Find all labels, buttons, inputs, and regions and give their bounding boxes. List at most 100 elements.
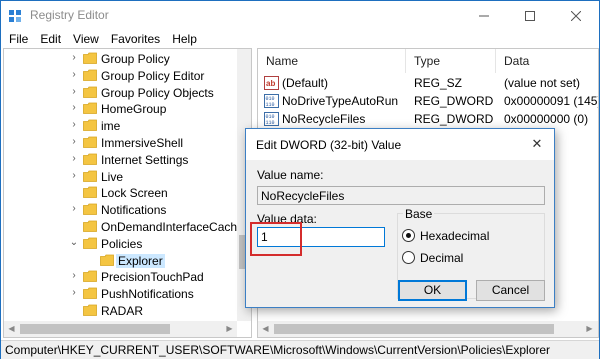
dialog-close-button[interactable]: ✕ — [524, 133, 550, 155]
value-row[interactable]: 010 110 NoRecycleFiles REG_DWORD 0x00000… — [258, 110, 598, 128]
tree-item-label: Policies — [101, 236, 143, 251]
tree-item-label: Internet Settings — [101, 152, 189, 167]
tree-item-label: PrecisionTouchPad — [101, 270, 204, 285]
tree-item[interactable]: › Notifications — [4, 201, 244, 218]
tree-item-label: Group Policy Editor — [101, 68, 205, 83]
tree-item-label: RADAR — [101, 304, 144, 318]
value-row[interactable]: 010 110 NoDriveTypeAutoRun REG_DWORD 0x0… — [258, 92, 598, 110]
close-icon: ✕ — [531, 136, 543, 151]
chevron-none — [86, 253, 96, 267]
dialog-title: Edit DWORD (32-bit) Value — [256, 138, 402, 152]
tree-item-label: HomeGroup — [101, 102, 167, 117]
tree-item-label: Explorer — [116, 253, 165, 268]
column-header-data[interactable]: Data — [496, 49, 598, 73]
tree-item[interactable]: › PushNotifications — [4, 285, 244, 302]
dialog-body: Value name: NoRecycleFiles Value data: 1… — [246, 160, 554, 307]
list-horizontal-scroll-thumb[interactable] — [274, 324, 554, 334]
menu-edit[interactable]: Edit — [34, 30, 67, 50]
minimize-button[interactable] — [461, 1, 507, 30]
tree-item-label: ImmersiveShell — [101, 136, 184, 150]
tree-item[interactable]: › Group Policy Editor — [4, 67, 244, 84]
chevron-right-icon[interactable]: › — [69, 135, 79, 149]
tree-item[interactable]: Explorer — [4, 252, 244, 269]
value-type: REG_DWORD — [414, 94, 494, 108]
menu-favorites[interactable]: Favorites — [105, 30, 166, 50]
menu-file[interactable]: File — [3, 30, 34, 50]
key-tree-pane[interactable]: › Group Policy › Group Policy Editor › Group … — [3, 48, 252, 338]
close-button[interactable] — [553, 1, 599, 30]
tree-horizontal-scroll-thumb[interactable] — [20, 324, 170, 334]
chevron-right-icon[interactable]: › — [69, 51, 79, 65]
scroll-right-icon[interactable]: ▶ — [582, 324, 597, 333]
chevron-none — [69, 219, 79, 233]
menu-view[interactable]: View — [67, 30, 105, 50]
column-header-name[interactable]: Name — [258, 49, 406, 73]
chevron-none — [69, 303, 79, 317]
value-name: NoRecycleFiles — [282, 112, 366, 126]
registry-editor-icon — [9, 10, 21, 22]
chevron-right-icon[interactable]: › — [69, 101, 79, 115]
window-title: Registry Editor — [30, 8, 109, 22]
tree-item-label: Group Policy Objects — [101, 85, 214, 100]
cancel-button[interactable]: Cancel — [476, 280, 545, 301]
menu-help[interactable]: Help — [166, 30, 203, 50]
chevron-right-icon[interactable]: › — [69, 269, 79, 283]
svg-text:110: 110 — [266, 120, 275, 126]
folder-icon — [100, 254, 114, 266]
value-type: REG_DWORD — [414, 112, 494, 126]
tree-horizontal-scrollbar[interactable]: ◀ ▶ — [4, 321, 237, 337]
tree-item[interactable]: › Group Policy — [4, 50, 244, 67]
ok-button[interactable]: OK — [398, 280, 467, 301]
tree-item[interactable]: › Internet Settings — [4, 151, 244, 168]
chevron-right-icon[interactable]: › — [69, 118, 79, 132]
folder-icon — [83, 203, 97, 216]
scroll-left-icon[interactable]: ◀ — [258, 324, 273, 333]
radio-selected-icon[interactable] — [402, 229, 415, 242]
tree-item[interactable]: Lock Screen — [4, 184, 244, 201]
folder-icon — [83, 86, 97, 98]
chevron-none — [69, 185, 79, 199]
value-name-label: Value name: — [257, 168, 324, 182]
folder-icon — [83, 237, 97, 249]
tree-item-label: Lock Screen — [101, 186, 168, 201]
folder-icon — [83, 136, 97, 148]
tree-item[interactable]: ⌄ Policies — [4, 235, 244, 252]
column-header-type[interactable]: Type — [406, 49, 496, 73]
value-data: (value not set) — [504, 76, 581, 90]
chevron-right-icon[interactable]: › — [69, 169, 79, 183]
base-label: Base — [403, 207, 435, 221]
scroll-left-icon[interactable]: ◀ — [4, 324, 19, 333]
tree-item[interactable]: OnDemandInterfaceCache — [4, 218, 244, 235]
tree-item[interactable]: RADAR — [4, 302, 244, 319]
tree-item[interactable]: › ImmersiveShell — [4, 134, 244, 151]
tree-item-label: Notifications — [101, 203, 167, 218]
radio-unselected-icon[interactable] — [402, 251, 415, 264]
chevron-right-icon[interactable]: › — [69, 68, 79, 82]
chevron-down-icon[interactable]: ⌄ — [69, 236, 79, 250]
radio-hexadecimal-label: Hexadecimal — [420, 229, 490, 243]
folder-icon — [83, 304, 97, 316]
value-name: NoDriveTypeAutoRun — [282, 94, 399, 108]
scroll-right-icon[interactable]: ▶ — [222, 324, 237, 333]
tree-item-label: PushNotifications — [101, 287, 194, 302]
tree-item[interactable]: › Live — [4, 168, 244, 185]
tree-item[interactable]: › HomeGroup — [4, 100, 244, 117]
tree-item-label: Live — [101, 169, 124, 184]
folder-icon — [83, 170, 97, 182]
minimize-icon — [479, 15, 489, 16]
string-value-icon: ab — [264, 76, 279, 90]
close-icon — [571, 10, 581, 21]
tree-item[interactable]: › PrecisionTouchPad — [4, 268, 244, 285]
value-row[interactable]: ab (Default) REG_SZ (value not set) — [258, 74, 598, 92]
chevron-right-icon[interactable]: › — [69, 152, 79, 166]
registry-editor-window: Registry Editor File Edit View Favorites… — [0, 0, 600, 359]
binary-value-icon: 010 110 — [264, 94, 279, 108]
chevron-right-icon[interactable]: › — [69, 202, 79, 216]
chevron-right-icon[interactable]: › — [69, 286, 79, 300]
list-horizontal-scrollbar[interactable]: ◀ ▶ — [258, 321, 598, 337]
value-data: 0x00000000 (0) — [504, 112, 589, 126]
maximize-button[interactable] — [507, 1, 553, 30]
tree-item[interactable]: › Group Policy Objects — [4, 84, 244, 101]
tree-item[interactable]: › ime — [4, 117, 244, 134]
chevron-right-icon[interactable]: › — [69, 85, 79, 99]
